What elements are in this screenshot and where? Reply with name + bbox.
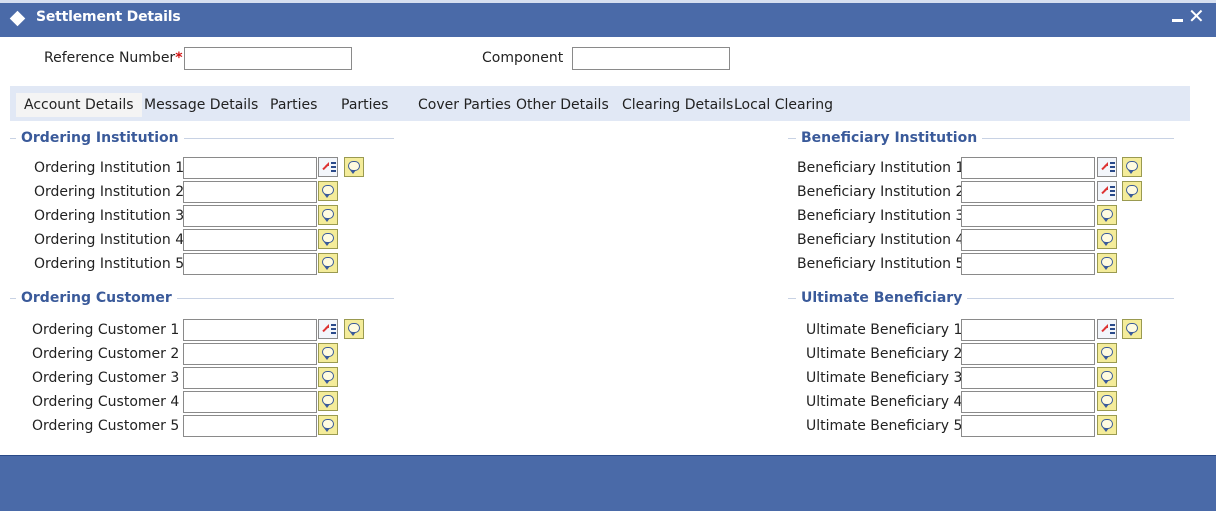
ordering-customer-5-input[interactable] (183, 415, 317, 437)
component-label: Component (482, 50, 564, 66)
field-label: Ordering Institution 1 (34, 160, 185, 176)
ordering-customer-4-input[interactable] (183, 391, 317, 413)
ultimate-beneficiary-2-input[interactable] (961, 343, 1095, 365)
component-input[interactable] (572, 47, 730, 70)
section-title-ordering-customer: Ordering Customer (16, 290, 177, 306)
tab-account-details[interactable]: Account Details (16, 93, 142, 117)
section-title-beneficiary-institution: Beneficiary Institution (796, 130, 983, 146)
ordering-institution-5-input[interactable] (183, 253, 317, 275)
field-label: Ordering Customer 4 (32, 394, 180, 410)
speech-bubble-icon[interactable] (1122, 181, 1142, 201)
required-marker: * (175, 50, 183, 66)
minimize-button[interactable] (1172, 19, 1183, 22)
beneficiary-institution-3-input[interactable] (961, 205, 1095, 227)
ultimate-beneficiary-4-input[interactable] (961, 391, 1095, 413)
list-of-values-icon[interactable] (1097, 157, 1117, 177)
field-label: Ordering Customer 3 (32, 370, 180, 386)
beneficiary-institution-1-input[interactable] (961, 157, 1095, 179)
ultimate-beneficiary-5-input[interactable] (961, 415, 1095, 437)
speech-bubble-icon[interactable] (344, 319, 364, 339)
speech-bubble-icon[interactable] (1122, 319, 1142, 339)
footer-bar (0, 455, 1216, 511)
tab-parties-2[interactable]: Parties (333, 93, 396, 117)
speech-bubble-icon[interactable] (1097, 367, 1117, 387)
speech-bubble-icon[interactable] (318, 343, 338, 363)
list-of-values-icon[interactable] (318, 157, 338, 177)
ordering-institution-1-input[interactable] (183, 157, 317, 179)
speech-bubble-icon[interactable] (318, 415, 338, 435)
section-title-ordering-institution: Ordering Institution (16, 130, 184, 146)
field-label: Ultimate Beneficiary 3 (806, 370, 963, 386)
field-label: Ultimate Beneficiary 1 (806, 322, 963, 338)
speech-bubble-icon[interactable] (318, 391, 338, 411)
speech-bubble-icon[interactable] (318, 253, 338, 273)
field-label: Ordering Institution 3 (34, 208, 185, 224)
ordering-customer-2-input[interactable] (183, 343, 317, 365)
field-label: Beneficiary Institution 3 (797, 208, 965, 224)
field-label: Beneficiary Institution 1 (797, 160, 965, 176)
reference-number-input[interactable] (184, 47, 352, 70)
tab-other-details[interactable]: Other Details (508, 93, 617, 117)
tab-cover-parties[interactable]: Cover Parties (410, 93, 519, 117)
list-of-values-icon[interactable] (1097, 319, 1117, 339)
ordering-institution-2-input[interactable] (183, 181, 317, 203)
diamond-icon (9, 10, 26, 27)
speech-bubble-icon[interactable] (344, 157, 364, 177)
speech-bubble-icon[interactable] (1097, 253, 1117, 273)
ultimate-beneficiary-3-input[interactable] (961, 367, 1095, 389)
field-label: Ordering Institution 2 (34, 184, 185, 200)
speech-bubble-icon[interactable] (318, 205, 338, 225)
field-label: Ordering Customer 5 (32, 418, 180, 434)
speech-bubble-icon[interactable] (318, 229, 338, 249)
tab-message-details[interactable]: Message Details (136, 93, 266, 117)
beneficiary-institution-5-input[interactable] (961, 253, 1095, 275)
ordering-institution-3-input[interactable] (183, 205, 317, 227)
field-label: Ordering Customer 1 (32, 322, 180, 338)
tab-local-clearing[interactable]: Local Clearing (726, 93, 841, 117)
ordering-customer-3-input[interactable] (183, 367, 317, 389)
window-title: Settlement Details (36, 9, 181, 25)
reference-number-label: Reference Number* (44, 50, 183, 66)
window-title-bar: Settlement Details ✕ (0, 0, 1216, 37)
field-label: Ordering Institution 5 (34, 256, 185, 272)
speech-bubble-icon[interactable] (1097, 415, 1117, 435)
tab-parties-1[interactable]: Parties (262, 93, 325, 117)
beneficiary-institution-4-input[interactable] (961, 229, 1095, 251)
field-label: Ultimate Beneficiary 5 (806, 418, 963, 434)
ordering-institution-4-input[interactable] (183, 229, 317, 251)
field-label: Beneficiary Institution 2 (797, 184, 965, 200)
beneficiary-institution-2-input[interactable] (961, 181, 1095, 203)
tab-clearing-details[interactable]: Clearing Details (614, 93, 741, 117)
list-of-values-icon[interactable] (318, 319, 338, 339)
ordering-customer-1-input[interactable] (183, 319, 317, 341)
field-label: Ultimate Beneficiary 4 (806, 394, 963, 410)
section-title-ultimate-beneficiary: Ultimate Beneficiary (796, 290, 968, 306)
field-label: Ordering Institution 4 (34, 232, 185, 248)
list-of-values-icon[interactable] (1097, 181, 1117, 201)
speech-bubble-icon[interactable] (1122, 157, 1142, 177)
speech-bubble-icon[interactable] (318, 367, 338, 387)
field-label: Ultimate Beneficiary 2 (806, 346, 963, 362)
close-button[interactable]: ✕ (1188, 4, 1205, 28)
speech-bubble-icon[interactable] (1097, 205, 1117, 225)
speech-bubble-icon[interactable] (1097, 391, 1117, 411)
speech-bubble-icon[interactable] (1097, 229, 1117, 249)
speech-bubble-icon[interactable] (1097, 343, 1117, 363)
tab-bar: Account Details Message Details Parties … (10, 86, 1190, 121)
field-label: Beneficiary Institution 5 (797, 256, 965, 272)
field-label: Beneficiary Institution 4 (797, 232, 965, 248)
ultimate-beneficiary-1-input[interactable] (961, 319, 1095, 341)
field-label: Ordering Customer 2 (32, 346, 180, 362)
speech-bubble-icon[interactable] (318, 181, 338, 201)
